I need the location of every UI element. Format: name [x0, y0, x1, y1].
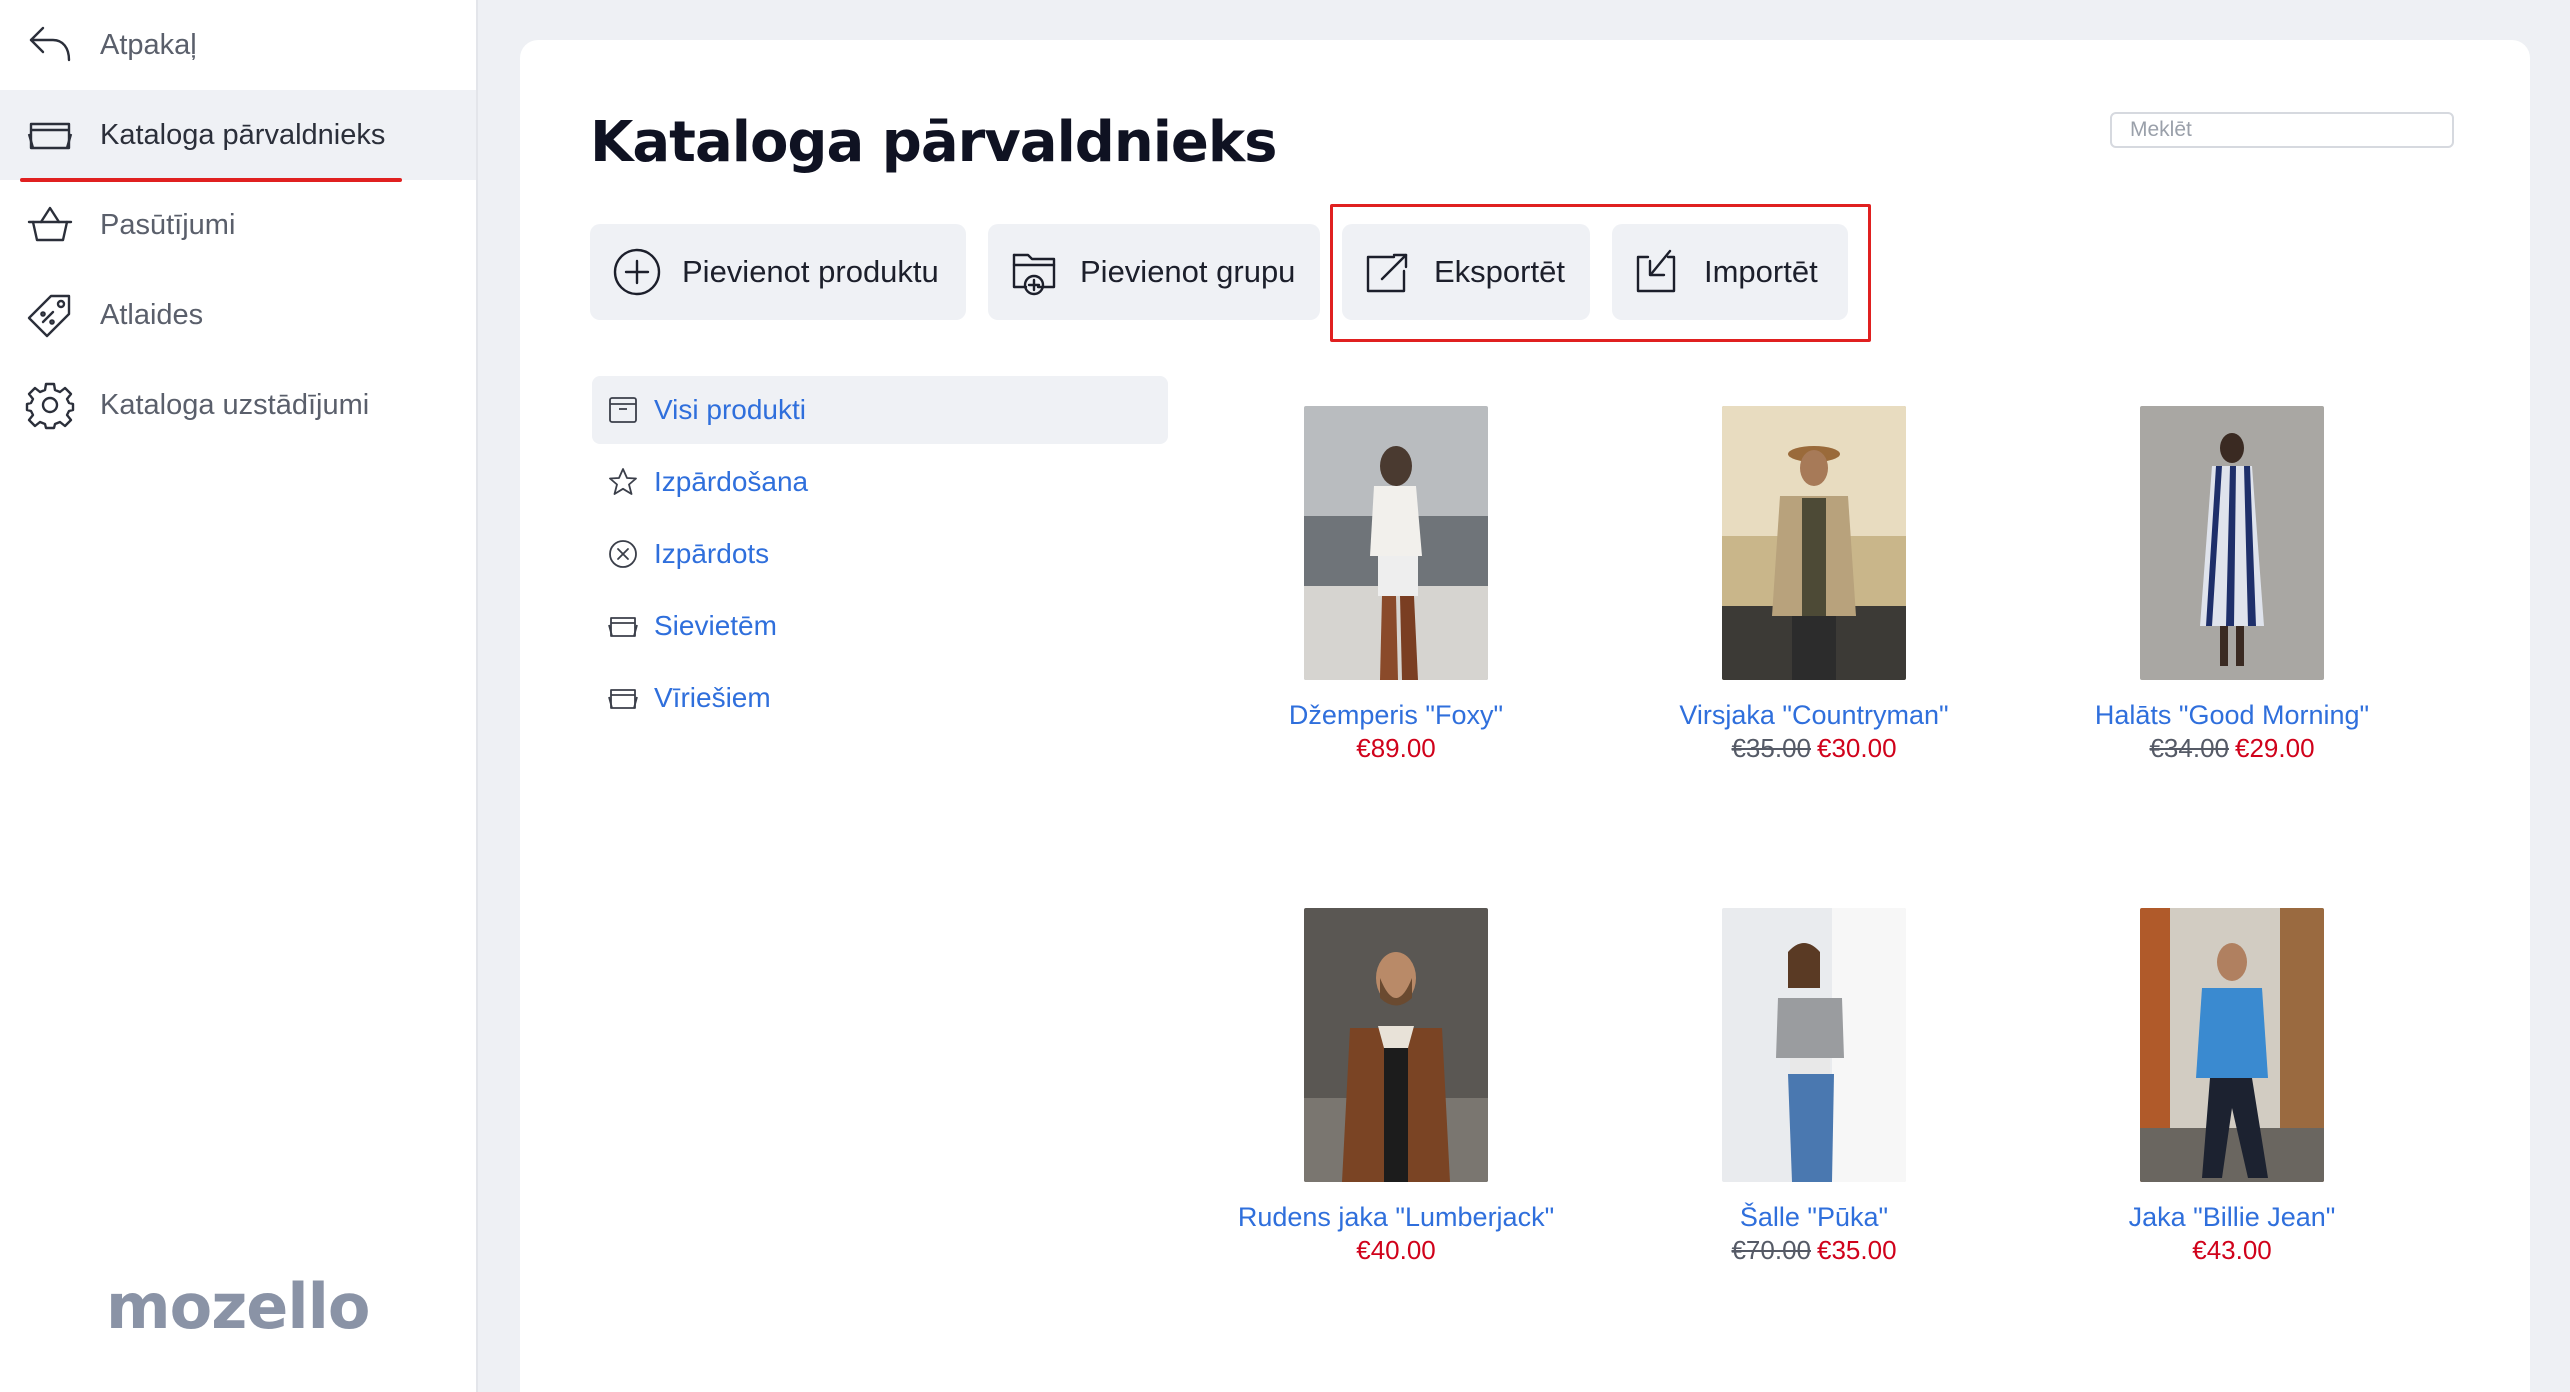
circle-x-icon	[606, 537, 640, 571]
category-label: Vīriešiem	[654, 682, 771, 713]
product-name[interactable]: Jaka "Billie Jean"	[2023, 1202, 2441, 1233]
product-name[interactable]: Halāts "Good Morning"	[2023, 700, 2441, 731]
add-group-button[interactable]: Pievienot grupu	[988, 224, 1320, 320]
category-all-products[interactable]: Visi produkti	[592, 376, 1168, 444]
import-button[interactable]: Importēt	[1612, 224, 1848, 320]
price-current: €29.00	[2235, 733, 2315, 763]
product-photo[interactable]	[2140, 908, 2324, 1182]
add-folder-icon	[1010, 247, 1060, 297]
product-photo[interactable]	[1722, 406, 1906, 680]
price-current: €43.00	[2192, 1235, 2272, 1265]
product-name[interactable]: Šalle "Pūka"	[1605, 1202, 2023, 1233]
product-photo[interactable]	[1722, 908, 1906, 1182]
price-old: €34.00	[2149, 733, 2229, 763]
sidebar-item-catalog-manager[interactable]: Kataloga pārvaldnieks	[0, 90, 476, 180]
star-icon	[606, 465, 640, 499]
discount-tag-icon	[24, 289, 76, 341]
product-photo[interactable]	[2140, 406, 2324, 680]
product-card[interactable]: Halāts "Good Morning" €34.00 €29.00	[2023, 406, 2441, 764]
product-price: €34.00 €29.00	[2023, 733, 2441, 764]
export-icon	[1364, 247, 1414, 297]
import-icon	[1634, 247, 1684, 297]
mozello-logo: mozello	[106, 1270, 370, 1343]
product-price: €70.00 €35.00	[1605, 1235, 2023, 1266]
import-label: Importēt	[1704, 254, 1818, 289]
sidebar-item-label: Atpakaļ	[100, 28, 197, 61]
product-name[interactable]: Džemperis "Foxy"	[1187, 700, 1605, 731]
plus-circle-icon	[612, 247, 662, 297]
add-product-label: Pievienot produktu	[682, 254, 939, 289]
box-icon	[606, 393, 640, 427]
sidebar-item-label: Pasūtījumi	[100, 208, 236, 241]
product-name[interactable]: Rudens jaka "Lumberjack"	[1187, 1202, 1605, 1233]
category-label: Izpārdots	[654, 538, 770, 569]
product-photo[interactable]	[1304, 406, 1488, 680]
export-label: Eksportēt	[1434, 254, 1565, 289]
category-women[interactable]: Sievietēm	[592, 592, 1168, 660]
price-current: €35.00	[1817, 1235, 1897, 1265]
basket-icon	[24, 199, 76, 251]
page-title: Kataloga pārvaldnieks	[590, 110, 1277, 175]
price-old: €70.00	[1731, 1235, 1811, 1265]
add-product-button[interactable]: Pievienot produktu	[590, 224, 966, 320]
product-card[interactable]: Jaka "Billie Jean" €43.00	[2023, 908, 2441, 1266]
sidebar-item-label: Kataloga pārvaldnieks	[100, 118, 386, 151]
add-group-label: Pievienot grupu	[1080, 254, 1296, 289]
category-sale[interactable]: Izpārdošana	[592, 448, 1168, 516]
price-current: €30.00	[1817, 733, 1897, 763]
product-price: €43.00	[2023, 1235, 2441, 1266]
sidebar-item-discounts[interactable]: Atlaides	[0, 270, 476, 360]
product-photo[interactable]	[1304, 908, 1488, 1182]
price-current: €89.00	[1356, 733, 1436, 763]
product-price: €89.00	[1187, 733, 1605, 764]
folder-icon	[24, 109, 76, 161]
category-label: Sievietēm	[654, 610, 777, 641]
sidebar-item-catalog-settings[interactable]: Kataloga uzstādījumi	[0, 360, 476, 450]
sidebar-item-label: Atlaides	[100, 298, 204, 331]
export-button[interactable]: Eksportēt	[1342, 224, 1590, 320]
product-price: €40.00	[1187, 1235, 1605, 1266]
price-current: €40.00	[1356, 1235, 1436, 1265]
back-arrow-icon	[24, 19, 76, 71]
category-sold-out[interactable]: Izpārdots	[592, 520, 1168, 588]
search-input[interactable]	[2110, 112, 2454, 148]
category-men[interactable]: Vīriešiem	[592, 664, 1168, 732]
gear-icon	[24, 379, 76, 431]
folder-icon	[606, 681, 640, 715]
product-card[interactable]: Rudens jaka "Lumberjack" €40.00	[1187, 908, 1605, 1266]
product-price: €35.00 €30.00	[1605, 733, 2023, 764]
product-card[interactable]: Šalle "Pūka" €70.00 €35.00	[1605, 908, 2023, 1266]
category-label: Visi produkti	[654, 394, 807, 425]
price-old: €35.00	[1731, 733, 1811, 763]
product-card[interactable]: Džemperis "Foxy" €89.00	[1187, 406, 1605, 764]
sidebar-item-back[interactable]: Atpakaļ	[0, 0, 476, 90]
product-card[interactable]: Virsjaka "Countryman" €35.00 €30.00	[1605, 406, 2023, 764]
sidebar-item-orders[interactable]: Pasūtījumi	[0, 180, 476, 270]
main-panel: Kataloga pārvaldnieks Pievienot produktu…	[520, 40, 2530, 1392]
category-label: Izpārdošana	[654, 466, 809, 497]
folder-icon	[606, 609, 640, 643]
sidebar-item-label: Kataloga uzstādījumi	[100, 388, 370, 421]
sidebar: Atpakaļ Kataloga pārvaldnieks Pasūtījumi…	[0, 0, 478, 1392]
product-name[interactable]: Virsjaka "Countryman"	[1605, 700, 2023, 731]
